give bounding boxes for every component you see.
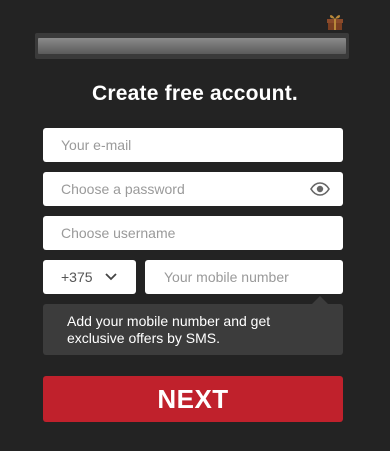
chevron-down-icon (104, 273, 117, 281)
password-field[interactable] (43, 172, 343, 206)
email-field[interactable] (43, 128, 343, 162)
top-progress-bar-fill (38, 38, 346, 54)
page-title: Create free account. (92, 82, 298, 105)
tooltip-arrow (312, 296, 328, 304)
eye-icon[interactable] (310, 180, 330, 198)
country-code-select[interactable]: +375 (43, 260, 136, 294)
mobile-number-field[interactable] (145, 260, 343, 294)
next-button[interactable]: NEXT (43, 376, 343, 422)
country-code-value: +375 (61, 269, 93, 285)
username-field[interactable] (43, 216, 343, 250)
sms-offers-tooltip: Add your mobile number and get exclusive… (43, 304, 343, 355)
top-progress-bar (35, 33, 349, 59)
gift-icon[interactable] (326, 12, 344, 30)
